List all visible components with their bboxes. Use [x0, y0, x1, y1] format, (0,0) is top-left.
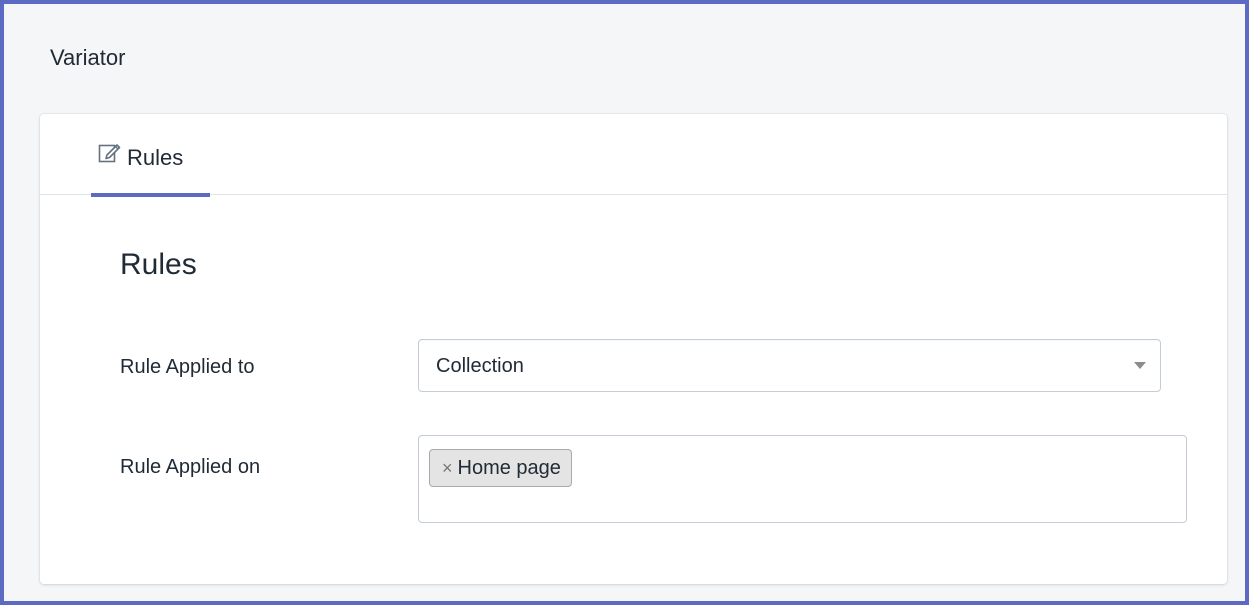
tag-label: Home page: [457, 456, 561, 479]
tab-bar: Rules: [40, 114, 1227, 197]
active-tab-indicator: [91, 193, 210, 197]
chevron-down-icon: [1134, 362, 1146, 369]
tag-remove-icon[interactable]: ×: [442, 458, 453, 478]
rule-applied-to-select[interactable]: Collection: [418, 339, 1161, 392]
tab-rules-label: Rules: [127, 145, 184, 170]
section-title: Rules: [120, 248, 197, 281]
rule-applied-to-value: Collection: [436, 355, 524, 377]
selected-tag: × Home page: [429, 449, 572, 487]
rule-applied-on-multiselect[interactable]: × Home page: [418, 435, 1187, 523]
rule-applied-on-label: Rule Applied on: [120, 456, 261, 478]
rules-card: Rules Rules Rule Applied to Collection R…: [40, 114, 1227, 584]
tag-search-input[interactable]: [629, 454, 1029, 482]
rule-applied-to-label: Rule Applied to: [120, 356, 255, 378]
edit-icon: [98, 142, 122, 164]
app-frame: Variator Rules Rules Rule Applied to Col…: [0, 0, 1249, 605]
app-title: Variator: [50, 45, 126, 70]
tab-rules[interactable]: Rules: [91, 114, 210, 197]
